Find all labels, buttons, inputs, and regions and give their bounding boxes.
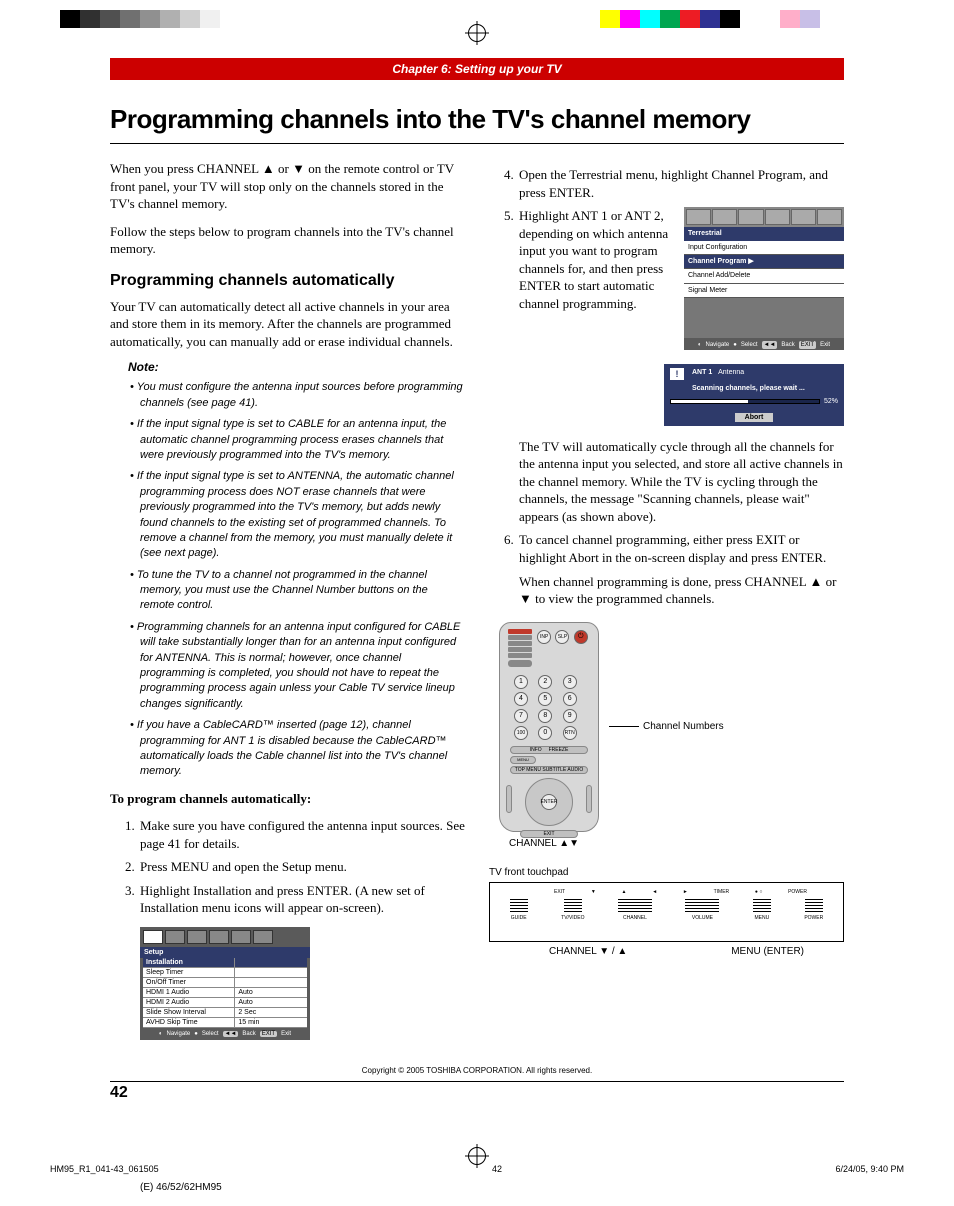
scanning-dialog: ! ANT 1 Antenna Scanning channels, pleas…: [664, 364, 844, 425]
print-page-num: 42: [492, 1164, 502, 1174]
osd-tab-icon: [209, 930, 229, 944]
osd-row: Channel Add/Delete: [684, 269, 844, 283]
osd-setup-screenshot: Setup Installation Sleep Timer On/Off Ti…: [140, 927, 310, 1040]
steps-list-left: Make sure you have configured the antenn…: [138, 817, 465, 917]
step-6-followup: When channel programming is done, press …: [519, 573, 844, 608]
osd-terr-title: Terrestrial: [684, 227, 844, 240]
note-item: If you have a CableCARD™ inserted (page …: [140, 718, 465, 780]
touchpad-illustration: EXIT ▼ ▲ ◄ ► TIMER ● ○ POWER GUIDE TV/VI…: [489, 882, 844, 942]
osd-row-label: AVHD Skip Time: [143, 1018, 235, 1027]
page-footer: Copyright © 2005 TOSHIBA CORPORATION. Al…: [110, 1066, 844, 1102]
note-item: To tune the TV to a channel not programm…: [140, 568, 465, 614]
step-2: Press MENU and open the Setup menu.: [138, 858, 465, 876]
scan-percent: 52%: [824, 397, 838, 406]
osd-row: Channel Program ▶: [684, 255, 844, 269]
osd-row-label: On/Off Timer: [143, 978, 235, 987]
touchpad-button: GUIDE: [510, 899, 528, 921]
osd-tab-icon: [765, 209, 790, 225]
osd-tab-icon: [187, 930, 207, 944]
step-6: To cancel channel programming, either pr…: [517, 531, 844, 607]
step-5-text: Highlight ANT 1 or ANT 2, depending on w…: [519, 207, 674, 312]
osd-tab-icon: [143, 930, 163, 944]
note-list: You must configure the antenna input sou…: [128, 380, 465, 779]
warning-icon: !: [670, 368, 684, 380]
osd-row-label: Installation: [143, 958, 235, 967]
remote-illustration: INP SLP ⏻ 123 456 789 1000RTN INFO FREEZ…: [499, 622, 844, 832]
auto-desc: Your TV can automatically detect all act…: [110, 298, 465, 351]
intro-p1: When you press CHANNEL ▲ or ▼ on the rem…: [110, 160, 465, 213]
right-column: Open the Terrestrial menu, highlight Cha…: [489, 160, 844, 1040]
progress-bar: [670, 399, 820, 404]
step-1: Make sure you have configured the antenn…: [138, 817, 465, 852]
touchpad-button: POWER: [804, 899, 823, 921]
abort-button: Abort: [735, 413, 774, 422]
remote-control-icon: INP SLP ⏻ 123 456 789 1000RTN INFO FREEZ…: [499, 622, 599, 832]
copyright-text: Copyright © 2005 TOSHIBA CORPORATION. Al…: [110, 1066, 844, 1075]
touchpad-caption-right: MENU (ENTER): [731, 946, 804, 957]
note-item: Programming channels for an antenna inpu…: [140, 620, 465, 712]
page-title: Programming channels into the TV's chann…: [110, 104, 844, 135]
model-number: (E) 46/52/62HM95: [0, 1174, 954, 1193]
touchpad-button: TV/VIDEO: [561, 899, 584, 921]
scan-antenna-label: Antenna: [718, 369, 744, 376]
osd-row-label: HDMI 1 Audio: [143, 988, 235, 997]
intro-p2: Follow the steps below to program channe…: [110, 223, 465, 258]
osd-row: Signal Meter: [684, 284, 844, 298]
remote-caption: CHANNEL ▲▼: [509, 838, 844, 849]
osd-title: Setup: [140, 947, 310, 958]
osd-row-label: HDMI 2 Audio: [143, 998, 235, 1007]
osd-terrestrial-screenshot: Terrestrial Input Configuration Channel …: [684, 207, 844, 350]
page-content: Chapter 6: Setting up your TV Programmin…: [0, 28, 954, 1122]
osd-tab-icon: [738, 209, 763, 225]
touchpad-button: MENU: [753, 899, 771, 921]
print-file-name: HM95_R1_041-43_061505: [50, 1164, 159, 1174]
osd-footer: ◐Navigate ●Select ◄◄Back EXITExit: [140, 1028, 310, 1038]
osd-tab-icon: [791, 209, 816, 225]
left-column: When you press CHANNEL ▲ or ▼ on the rem…: [110, 160, 465, 1040]
osd-tab-icon: [817, 209, 842, 225]
touchpad-button: CHANNEL: [618, 899, 652, 921]
step-5-followup: The TV will automatically cycle through …: [519, 438, 844, 526]
note-heading: Note:: [128, 360, 465, 374]
osd-tab-icon: [231, 930, 251, 944]
scan-message: Scanning channels, please wait ...: [664, 384, 844, 396]
steps-heading: To program channels automatically:: [110, 790, 465, 808]
steps-list-right: Open the Terrestrial menu, highlight Cha…: [517, 166, 844, 608]
note-item: If the input signal type is set to CABLE…: [140, 417, 465, 463]
osd-tab-icon: [165, 930, 185, 944]
remote-callout-label: Channel Numbers: [643, 721, 724, 732]
osd-row-label: Sleep Timer: [143, 968, 235, 977]
touchpad-caption-left: CHANNEL ▼ / ▲: [549, 946, 627, 957]
note-item: You must configure the antenna input sou…: [140, 380, 465, 411]
touchpad-button: VOLUME: [685, 899, 719, 921]
print-timestamp: 6/24/05, 9:40 PM: [835, 1164, 904, 1174]
touchpad-label: TV front touchpad: [489, 867, 844, 878]
osd-tab-icon: [712, 209, 737, 225]
chapter-header: Chapter 6: Setting up your TV: [110, 58, 844, 80]
osd-row-label: Slide Show Interval: [143, 1008, 235, 1017]
osd-row: Input Configuration: [684, 241, 844, 255]
step-5: Highlight ANT 1 or ANT 2, depending on w…: [517, 207, 844, 525]
osd-footer: ◐Navigate ●Select ◄◄Back EXITExit: [684, 338, 844, 350]
step-3: Highlight Installation and press ENTER. …: [138, 882, 465, 917]
osd-tab-icon: [686, 209, 711, 225]
title-rule: [110, 143, 844, 144]
callout-line: [609, 726, 639, 727]
scan-ant-label: ANT 1: [692, 369, 712, 376]
page-number: 42: [110, 1081, 844, 1102]
note-item: If the input signal type is set to ANTEN…: [140, 469, 465, 561]
section-heading: Programming channels automatically: [110, 272, 465, 290]
osd-tab-icon: [253, 930, 273, 944]
note-block: Note: You must configure the antenna inp…: [128, 360, 465, 779]
step-4: Open the Terrestrial menu, highlight Cha…: [517, 166, 844, 201]
registration-mark-icon: [468, 1147, 486, 1165]
